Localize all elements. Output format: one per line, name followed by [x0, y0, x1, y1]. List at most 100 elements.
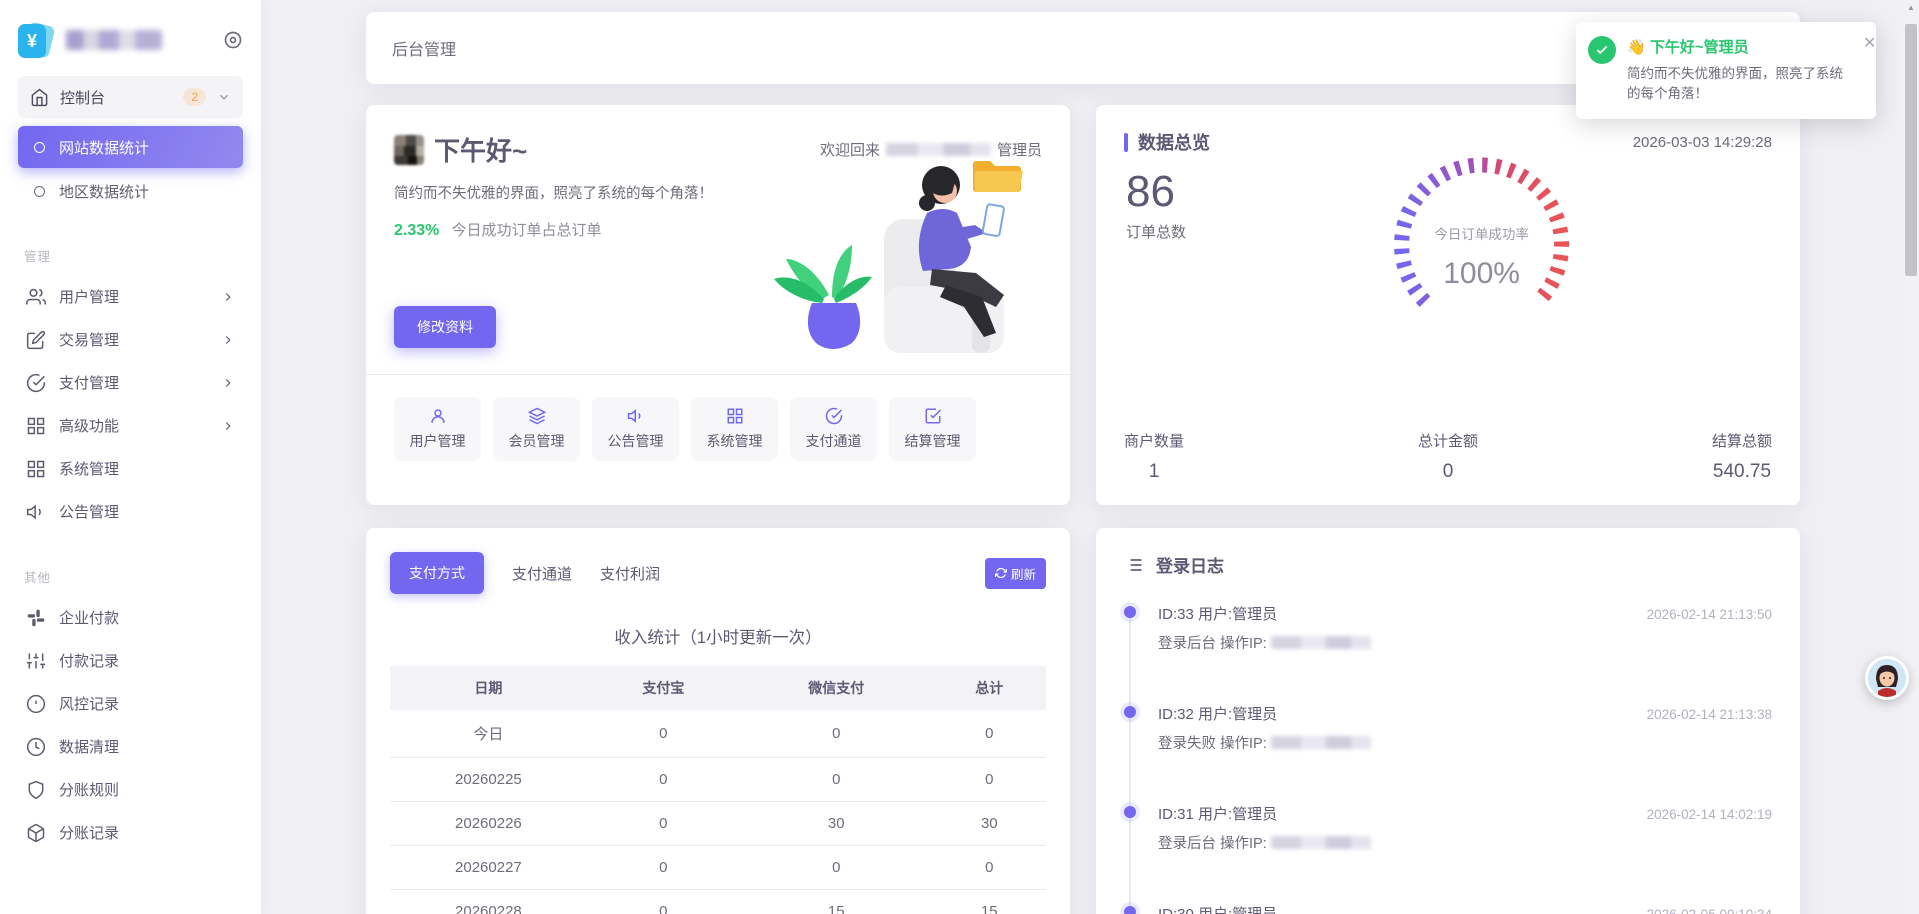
scrollbar: ▲ [1903, 0, 1919, 914]
chevron-right-icon [225, 292, 231, 301]
volume-icon [26, 504, 41, 519]
quick-action-system-mgmt[interactable]: 系统管理 [691, 397, 778, 461]
main-content: 后台管理 下午好~ 欢迎回来 管理员 简约而不失优雅的界面，照亮了系统的每个角落… [261, 0, 1919, 914]
sidebar-item-enterprise-payment[interactable]: 企业付款 [18, 596, 243, 639]
home-icon [31, 88, 48, 106]
ip-blurred [1270, 636, 1371, 649]
stat-settlement-total: 结算总额 540.75 [1711, 433, 1772, 482]
username-blurred [885, 143, 991, 156]
sidebar-item-label: 风控记录 [59, 696, 120, 713]
sidebar-item-payment-mgmt[interactable]: 支付管理 [18, 361, 243, 404]
box-icon [27, 823, 45, 842]
toast-title: 👋 下午好~管理员 [1627, 39, 1749, 56]
toast-message: 简约而不失优雅的界面，照亮了系统的每个角落！ [1627, 66, 1843, 102]
column-header-alipay: 支付宝 [586, 666, 740, 710]
sidebar-item-label: 企业付款 [59, 610, 120, 627]
refresh-icon [994, 567, 1007, 579]
login-log-title: 登录日志 [1156, 557, 1224, 576]
timeline-dot-icon [1124, 606, 1136, 618]
user-icon [430, 409, 445, 423]
timeline-line [1129, 613, 1131, 914]
floating-avatar[interactable] [1865, 656, 1909, 700]
quick-action-settlement-mgmt[interactable]: 结算管理 [889, 397, 976, 461]
scrollbar-thumb[interactable] [1905, 24, 1917, 276]
chevron-right-icon [225, 378, 231, 387]
sidebar-item-site-data-stats[interactable]: 网站数据统计 [18, 126, 243, 168]
sidebar-item-label: 数据清理 [59, 739, 120, 756]
brand: ¥ [18, 18, 243, 62]
sidebar-item-split-records[interactable]: 分账记录 [18, 811, 243, 854]
sidebar-item-label: 网站数据统计 [59, 139, 150, 157]
sidebar-item-trade-mgmt[interactable]: 交易管理 [18, 318, 243, 361]
edit-icon [26, 330, 46, 349]
armchair [884, 219, 1004, 353]
sidebar-item-label: 分账记录 [59, 825, 120, 842]
quick-action-user-mgmt[interactable]: 用户管理 [394, 397, 481, 461]
welcome-illustration [774, 161, 1023, 353]
volume-icon [627, 409, 640, 423]
tab-payment-profit[interactable]: 支付利润 [600, 563, 660, 584]
sidebar-item-label: 用户管理 [59, 289, 120, 306]
brand-name-blurred [66, 30, 162, 50]
tab-payment-channel[interactable]: 支付通道 [512, 563, 572, 584]
avatar-girl-icon [1868, 659, 1906, 697]
sidebar-item-split-rules[interactable]: 分账规则 [18, 768, 243, 811]
sidebar-item-label: 支付管理 [59, 375, 120, 392]
list-icon [1126, 558, 1142, 571]
ip-blurred [1270, 836, 1371, 849]
column-header-total: 总计 [932, 666, 1046, 710]
welcome-back-text: 欢迎回来 管理员 [819, 142, 1042, 159]
sidebar-section-other: 其他 [24, 571, 52, 585]
order-total-label: 订单总数 [1126, 224, 1187, 241]
payments-card: 支付方式 支付通道 支付利润 刷新 收入统计（1小时更新一次） 日期 支付宝 微… [366, 528, 1070, 914]
quick-action-payment-channel[interactable]: 支付通道 [790, 397, 877, 461]
console-submenu: 网站数据统计 地区数据统计 [18, 126, 243, 212]
sidebar-item-payment-records[interactable]: 付款记录 [18, 639, 243, 682]
sidebar-item-risk-records[interactable]: 风控记录 [18, 682, 243, 725]
sidebar-item-label: 控制台 [60, 89, 106, 107]
greeting-text: 下午好~ [434, 136, 528, 166]
layers-icon [527, 407, 546, 425]
sidebar-item-label: 系统管理 [59, 461, 120, 478]
tab-payment-method[interactable]: 支付方式 [390, 552, 484, 594]
gauge-value: 100% [1443, 257, 1520, 290]
shield-icon [28, 780, 44, 799]
order-total: 86 订单总数 [1126, 167, 1186, 242]
grid-icon [27, 460, 45, 477]
table-row: 20260226 0 30 30 [390, 801, 1046, 846]
close-icon[interactable]: ✕ [1863, 36, 1876, 105]
sidebar-item-region-data-stats[interactable]: 地区数据统计 [18, 170, 243, 212]
sidebar-item-system-mgmt[interactable]: 系统管理 [18, 447, 243, 490]
users-icon [26, 288, 46, 304]
chevron-right-icon [225, 335, 231, 344]
table-row: 20260225 0 0 0 [390, 757, 1046, 802]
yen-card-icon: ¥ [18, 21, 56, 59]
scroll-up-arrow[interactable]: ▲ [1903, 3, 1919, 12]
quick-action-member-mgmt[interactable]: 会员管理 [493, 397, 580, 461]
circle-icon [34, 185, 45, 197]
table-row: 20260227 0 0 0 [390, 845, 1046, 890]
timeline-dot-icon [1124, 806, 1136, 818]
stat-merchant-count: 商户数量 1 [1124, 433, 1185, 482]
circle-icon [34, 141, 45, 153]
sidebar-item-announcement-mgmt[interactable]: 公告管理 [18, 490, 243, 533]
quick-action-announcement-mgmt[interactable]: 公告管理 [592, 397, 679, 461]
sidebar-item-console[interactable]: 控制台 2 [18, 76, 243, 118]
payments-tabs: 支付方式 支付通道 支付利润 刷新 [390, 552, 1046, 594]
sidebar-collapse-button[interactable] [223, 30, 243, 50]
refresh-button[interactable]: 刷新 [984, 557, 1046, 589]
sidebar-item-data-cleanup[interactable]: 数据清理 [18, 725, 243, 768]
edit-profile-button[interactable]: 修改资料 [394, 306, 496, 348]
timeline-dot-icon [1124, 906, 1136, 914]
table-row: 20260228 0 15 15 [390, 889, 1046, 914]
overview-stats: 商户数量 1 总计金额 0 结算总额 540.75 [1124, 430, 1772, 483]
grid-icon [727, 408, 742, 424]
sidebar-item-label: 付款记录 [59, 653, 120, 670]
login-log-timeline: ID:33 用户:管理员 2026-02-14 21:13:50 登录后台 操作… [1124, 603, 1772, 914]
data-overview-card: 数据总览 2026-03-03 14:29:28 86 订单总数 今日订单成功率… [1096, 105, 1800, 505]
sidebar-item-advanced-features[interactable]: 高级功能 [18, 404, 243, 447]
console-badge: 2 [183, 88, 206, 106]
sidebar-item-users-mgmt[interactable]: 用户管理 [18, 275, 243, 318]
sidebar-item-label: 公告管理 [59, 504, 120, 521]
login-log-card: 登录日志 ID:33 用户:管理员 2026-02-14 21:13:50 登录… [1096, 528, 1800, 914]
